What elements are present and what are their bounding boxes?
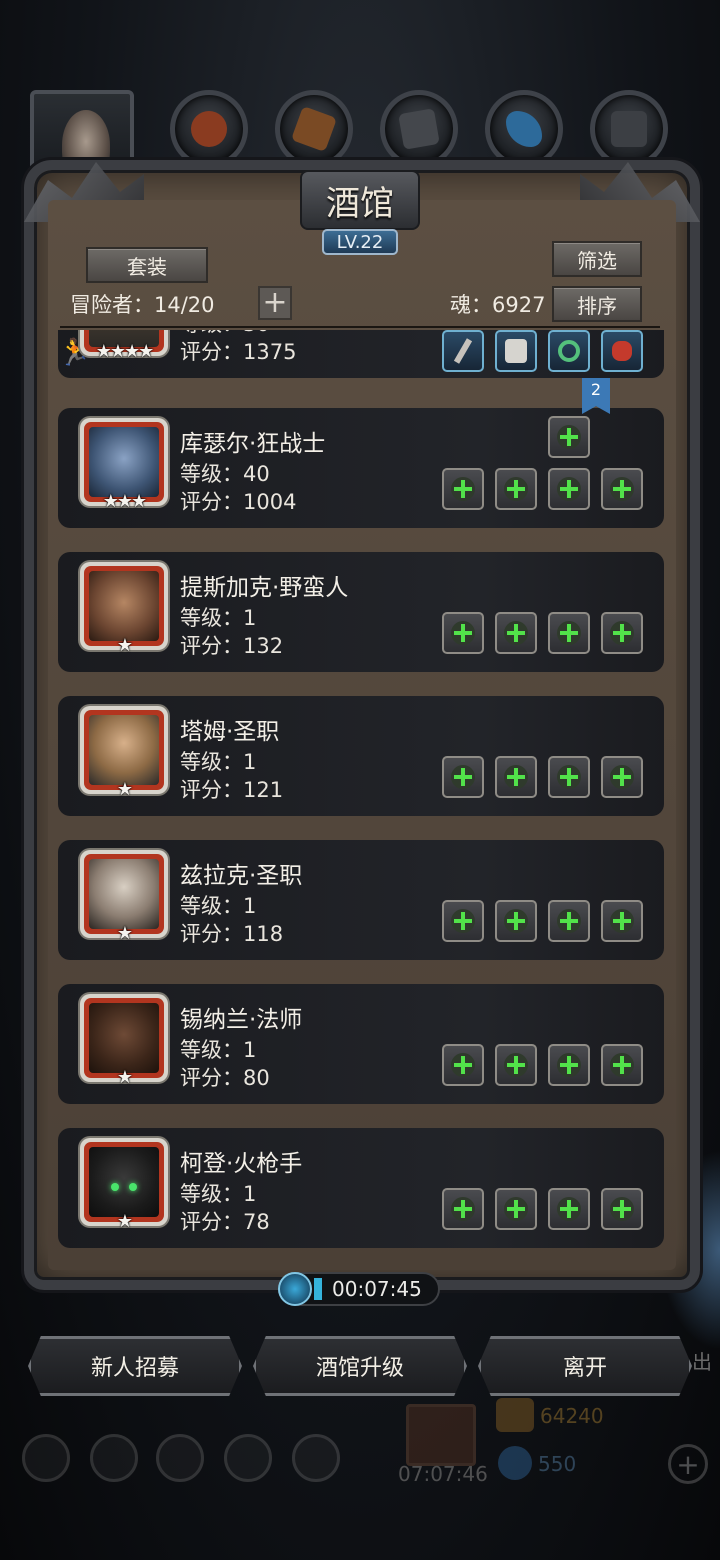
gold-icon: [496, 1398, 534, 1432]
gift-icon: [406, 1404, 476, 1466]
chat-icon: [292, 1434, 340, 1482]
add-currency-icon: +: [668, 1444, 708, 1484]
gem-amount: 550: [538, 1452, 577, 1476]
gem-icon: [498, 1446, 532, 1480]
menu-icon: [156, 1434, 204, 1482]
mail-icon: [224, 1434, 272, 1482]
settings-icon: [22, 1434, 70, 1482]
achievement-icon: [90, 1434, 138, 1482]
gold-amount: 64240: [540, 1404, 604, 1428]
background-hud: 07:07:46 64240 550 +: [0, 0, 720, 1560]
hud-timer: 07:07:46: [398, 1462, 488, 1486]
